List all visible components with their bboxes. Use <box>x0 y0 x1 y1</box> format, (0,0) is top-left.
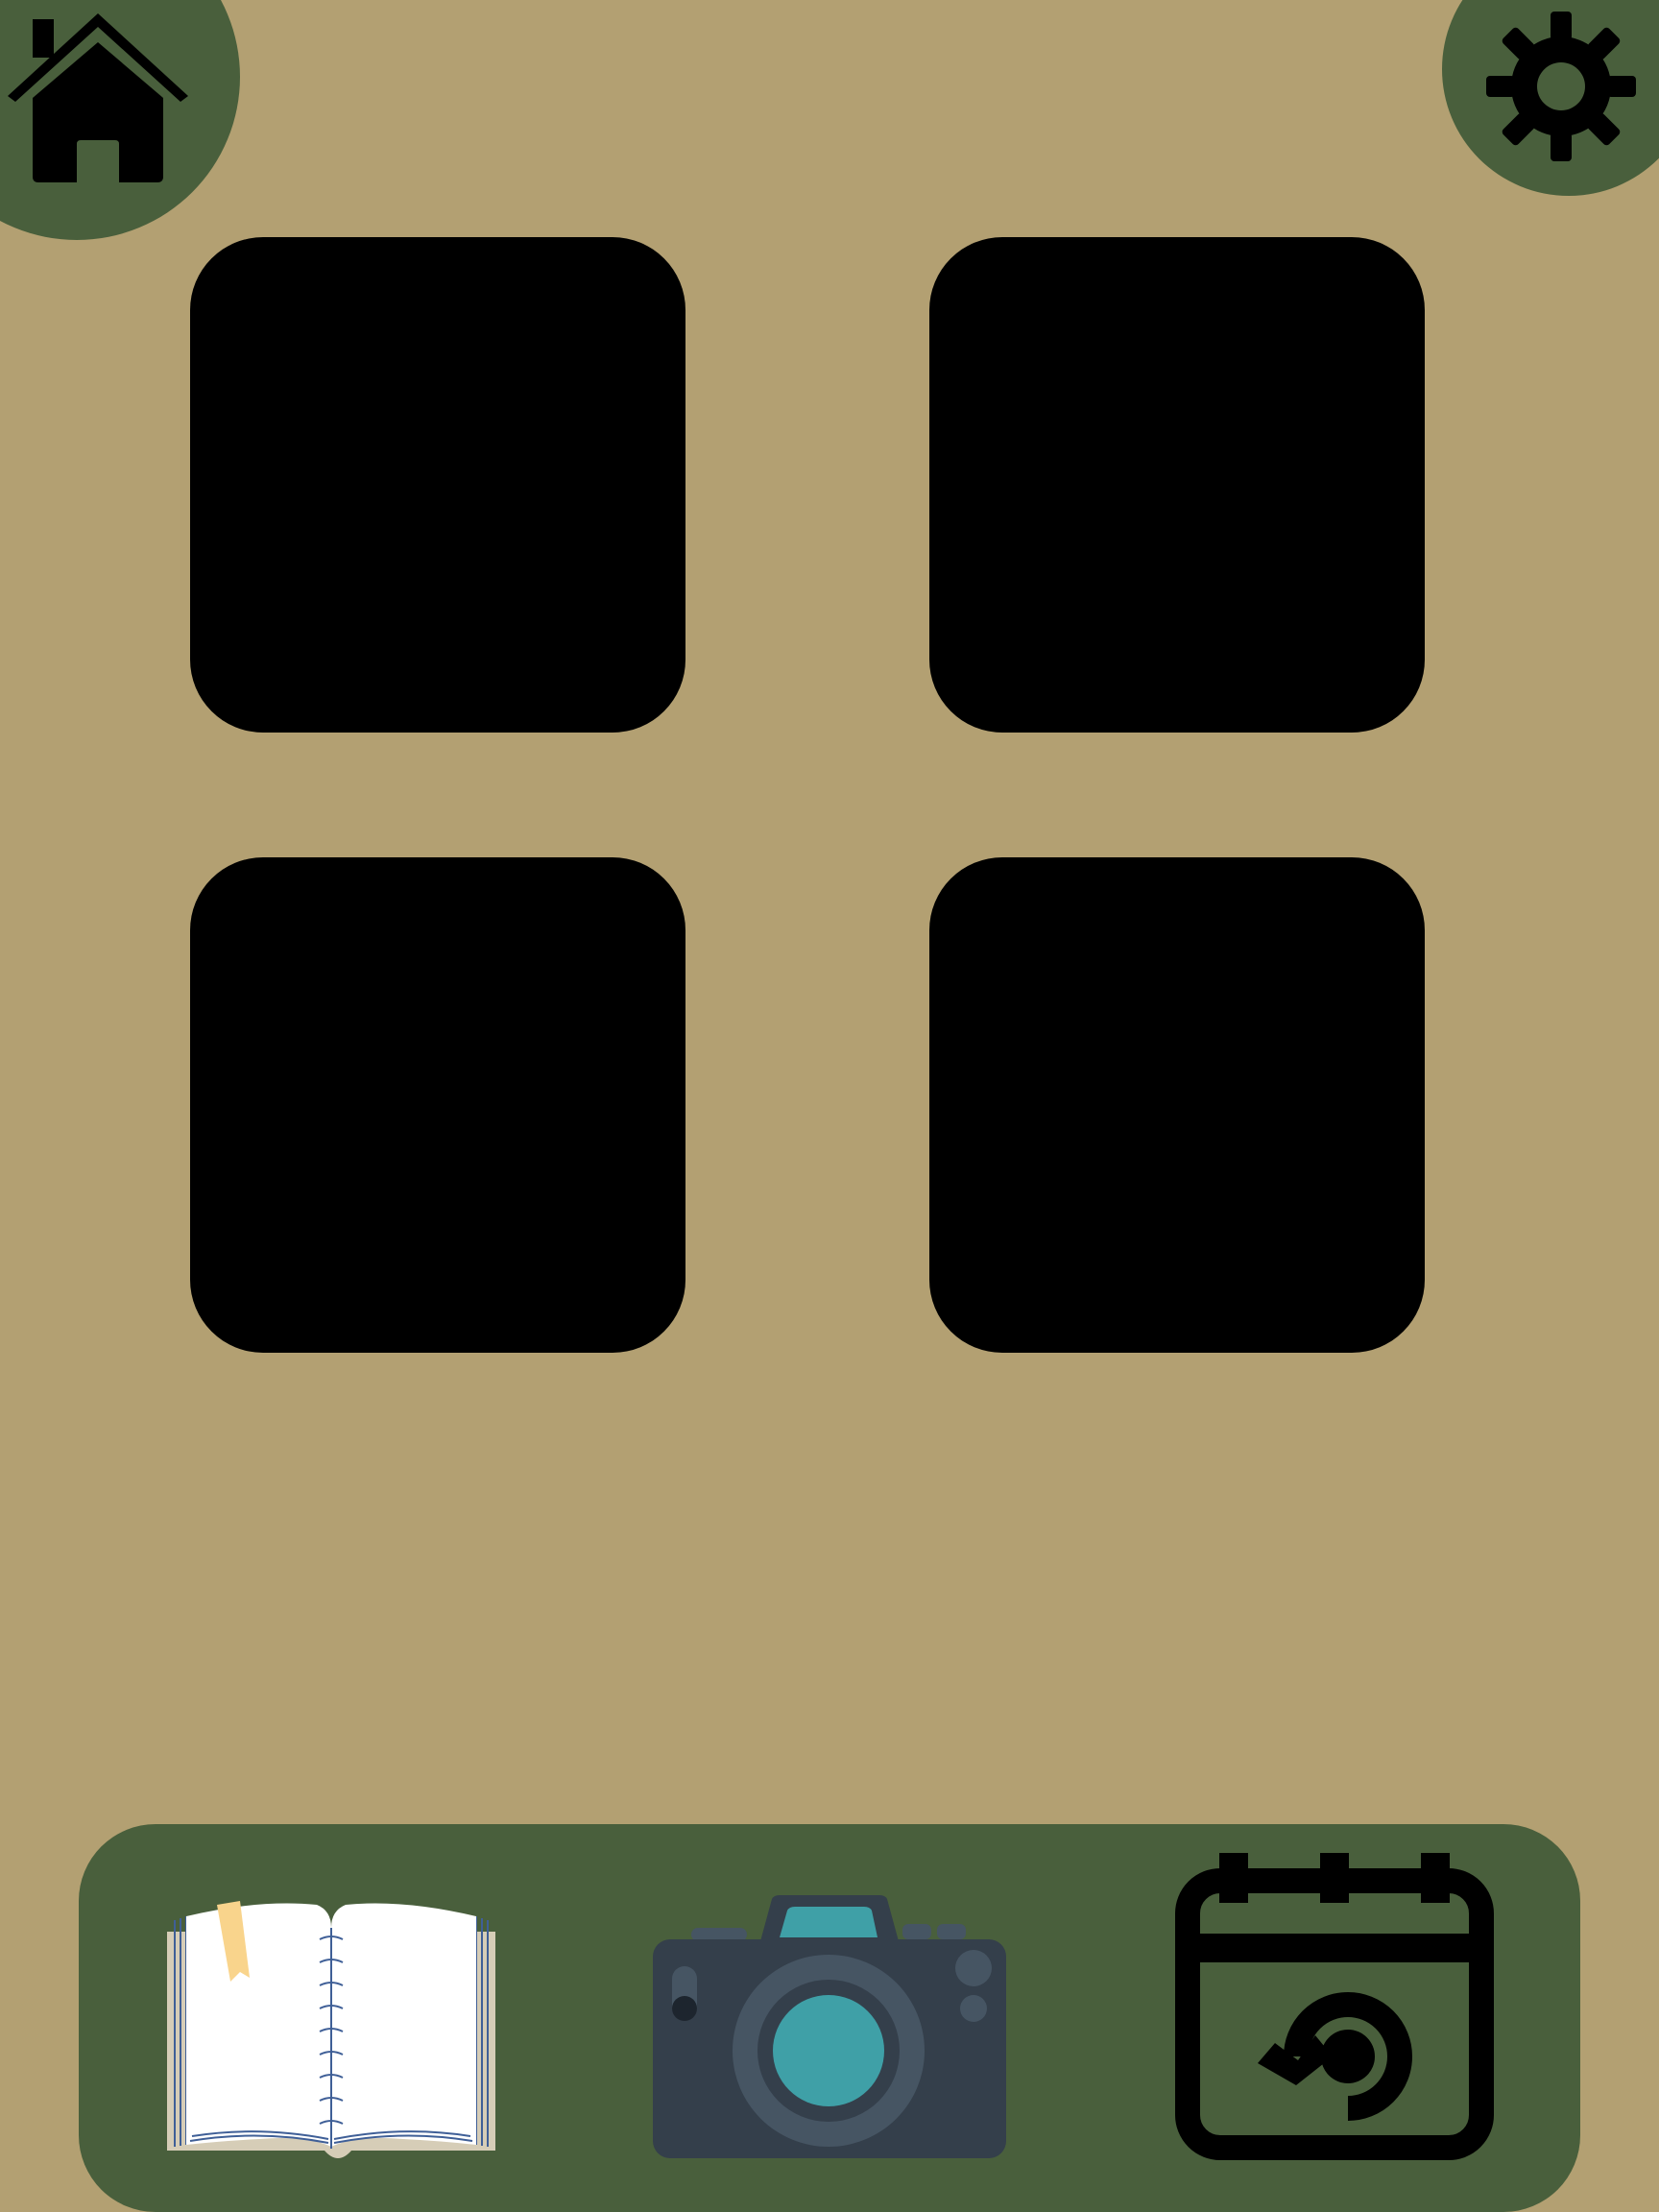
app-tile-2[interactable] <box>929 237 1425 733</box>
open-book-icon <box>167 1901 495 2158</box>
gear-icon[interactable] <box>1486 12 1636 161</box>
home-icon[interactable] <box>6 6 190 182</box>
app-tile-3[interactable] <box>190 857 685 1353</box>
app-tile-1[interactable] <box>190 237 685 733</box>
journal-button[interactable] <box>163 1899 499 2158</box>
calendar-refresh-icon <box>1175 1853 1494 2160</box>
app-screen <box>0 0 1659 2212</box>
calendar-button[interactable] <box>1175 1853 1494 2160</box>
camera-icon <box>653 1895 1006 2158</box>
app-tile-4[interactable] <box>929 857 1425 1353</box>
camera-button[interactable] <box>653 1895 1006 2158</box>
